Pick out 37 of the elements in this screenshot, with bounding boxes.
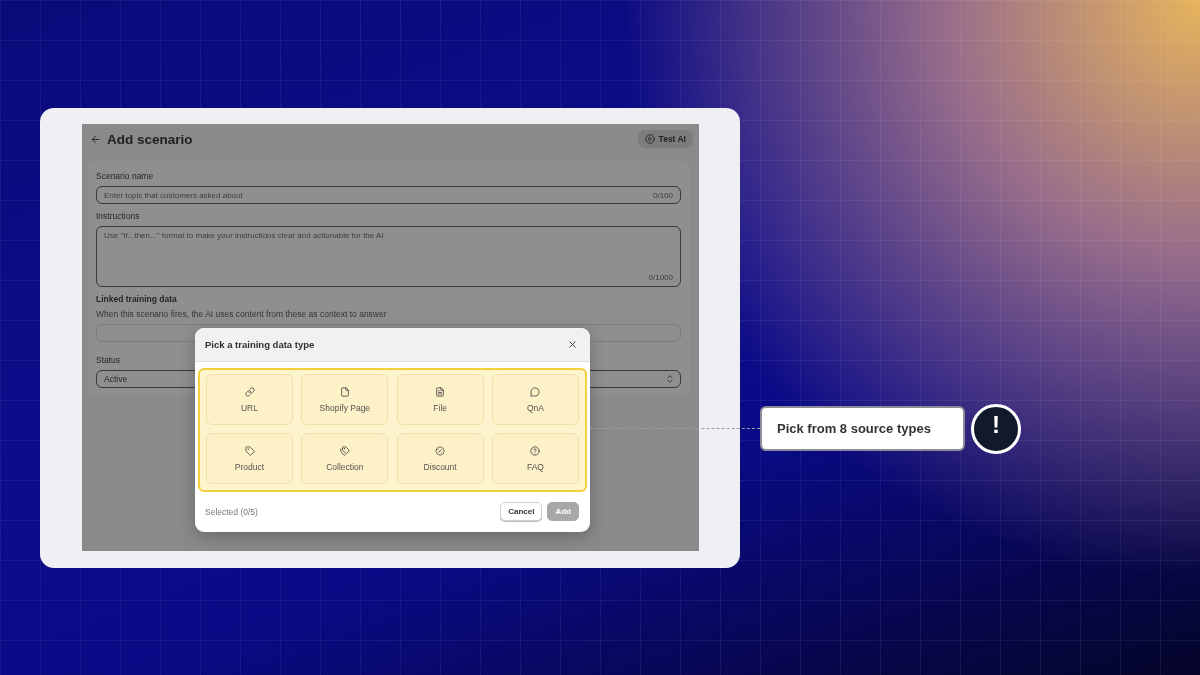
field-label: Status [96,355,122,365]
close-button[interactable] [567,339,578,350]
modal-title: Pick a training data type [205,339,315,350]
data-type-option[interactable]: URL [206,374,293,425]
section-description: When this scenario fires, the AI uses content from these as context to answer [96,309,388,319]
link-icon [244,386,255,397]
data-type-option[interactable]: FAQ [492,433,579,484]
alert-badge: ! [971,404,1021,454]
page-title: Add scenario [107,131,193,147]
data-type-option[interactable]: Discount [396,433,484,484]
data-type-option[interactable]: Product [206,433,293,484]
document-icon [435,386,446,397]
data-type-option[interactable]: Shopify Page [301,374,389,425]
dialog-button[interactable]: Cancel [500,502,543,521]
back-icon[interactable] [90,133,101,145]
char-counter: 0/1000 [648,273,673,282]
field-label: Scenario name [96,171,155,181]
page-icon [339,386,350,397]
section-title: Linked training data [96,294,178,304]
chat-bubble-icon [530,386,541,397]
test-ai-button[interactable]: Test AI [637,130,693,148]
data-type-option[interactable]: QnA [492,374,579,425]
field-label: Instructions [96,211,141,221]
chevron-icon [665,374,675,384]
char-counter: 0/100 [652,190,673,200]
placeholder-text: Enter topic that customers asked about [104,190,243,200]
percent-badge-icon [435,445,446,456]
tags-icon [339,445,350,456]
data-type-option[interactable]: Collection [301,433,389,484]
callout-label: Pick from 8 source types [760,406,965,451]
input-field[interactable]: Enter topic that customers asked about 0/100 [96,186,681,204]
selected-count: Selected (0/5) [205,506,258,517]
question-circle-icon [530,445,541,456]
data-type-option[interactable]: File [396,374,484,425]
placeholder-text: Use "If...then..." format to make your instructions clear and actionable for the AI [104,231,385,240]
play-icon [644,134,655,144]
tag-icon [244,445,255,456]
